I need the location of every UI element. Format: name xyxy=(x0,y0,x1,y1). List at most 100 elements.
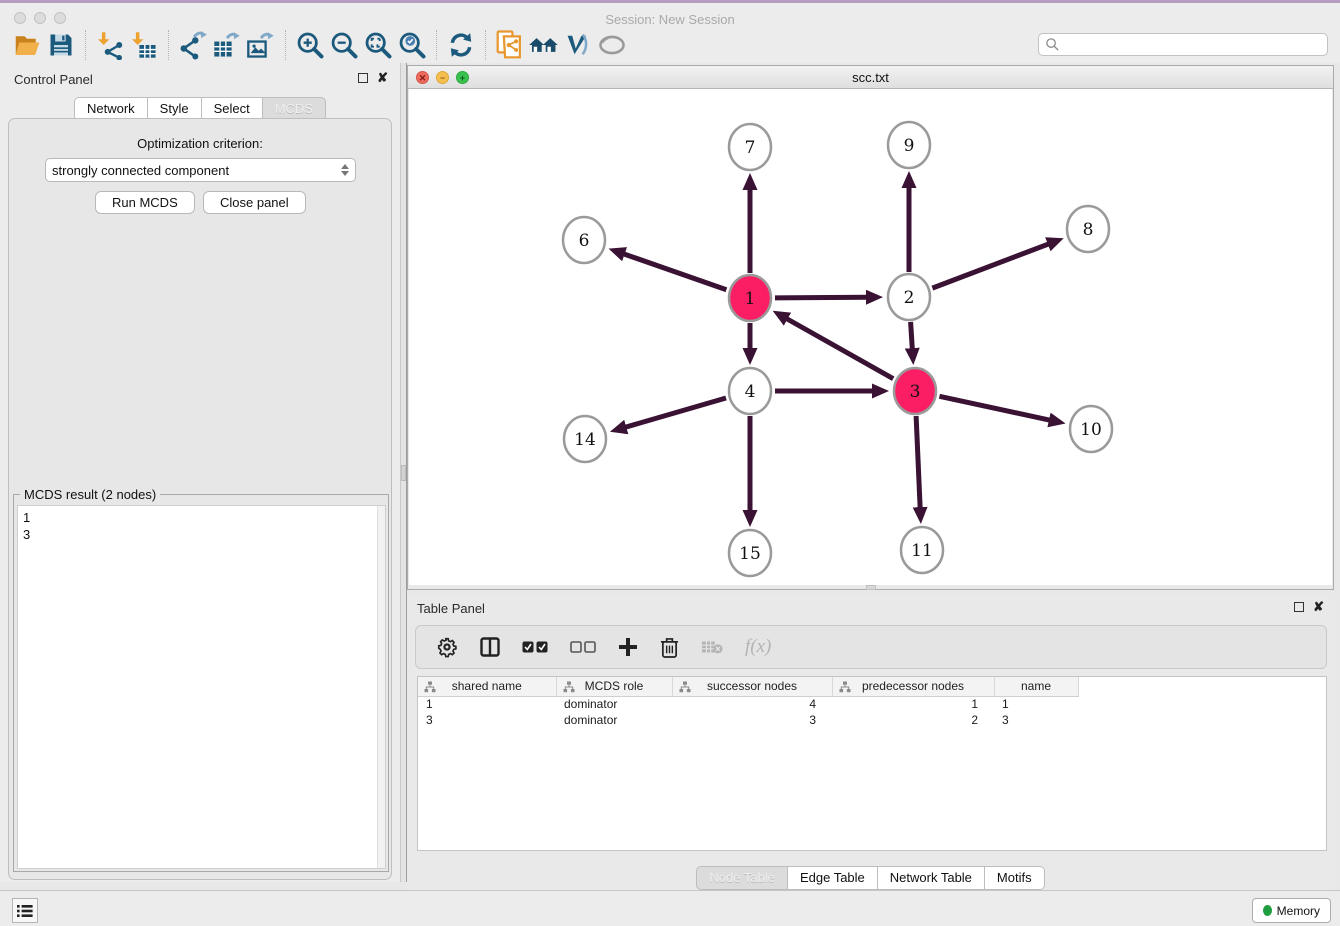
column-successor-nodes[interactable]: successor nodes xyxy=(672,677,832,696)
graph-node-3[interactable]: 3 xyxy=(894,368,936,414)
graph-edge-2-3[interactable] xyxy=(911,322,913,349)
apply-layout-icon[interactable] xyxy=(444,28,478,62)
dropdown-stepper-icon xyxy=(341,164,349,176)
tab-edge-table[interactable]: Edge Table xyxy=(788,866,878,890)
table-panel: Table Panel ✘ f(x) xyxy=(407,595,1334,890)
import-table-icon[interactable] xyxy=(127,28,161,62)
result-scrollbar[interactable] xyxy=(377,506,385,868)
deselect-all-checkboxes-icon[interactable] xyxy=(570,641,596,654)
export-image-icon[interactable] xyxy=(244,28,278,62)
node-table-container[interactable]: shared name MCDS role successor nodes pr… xyxy=(417,676,1327,851)
criterion-value: strongly connected component xyxy=(52,163,229,178)
hierarchy-icon xyxy=(424,681,436,696)
split-columns-icon[interactable] xyxy=(480,637,500,657)
zoom-selected-icon[interactable] xyxy=(395,28,429,62)
run-mcds-button[interactable]: Run MCDS xyxy=(95,191,195,214)
add-column-icon[interactable] xyxy=(618,637,638,657)
export-table-icon[interactable] xyxy=(210,28,244,62)
criterion-dropdown[interactable]: strongly connected component xyxy=(45,158,356,182)
graph-node-7[interactable]: 7 xyxy=(729,124,771,170)
control-panel: Control Panel ✘ Network Style Select MCD… xyxy=(0,63,400,882)
graph-node-14[interactable]: 14 xyxy=(564,416,606,462)
toolbar-separator xyxy=(436,30,437,60)
open-file-icon[interactable] xyxy=(10,28,44,62)
graph-edge-4-14[interactable] xyxy=(625,398,726,427)
tab-network-table[interactable]: Network Table xyxy=(878,866,985,890)
toolbar-separator xyxy=(168,30,169,60)
float-panel-icon[interactable] xyxy=(358,73,368,83)
control-panel-title: Control Panel xyxy=(14,72,93,87)
close-panel-icon[interactable]: ✘ xyxy=(377,73,388,83)
select-all-checkboxes-icon[interactable] xyxy=(522,641,548,654)
status-bar: Memory xyxy=(0,890,1340,926)
svg-text:8: 8 xyxy=(1083,220,1094,240)
close-panel-button[interactable]: Close panel xyxy=(203,191,306,214)
graph-edge-3-11[interactable] xyxy=(916,416,920,508)
graph-edge-1-2[interactable] xyxy=(775,297,867,298)
svg-text:9: 9 xyxy=(904,136,915,156)
network-title: scc.txt xyxy=(408,70,1333,85)
graph-node-2[interactable]: 2 xyxy=(888,274,930,320)
gear-icon[interactable] xyxy=(436,636,458,658)
close-panel-icon[interactable]: ✘ xyxy=(1313,602,1324,612)
memory-button[interactable]: Memory xyxy=(1252,898,1331,923)
save-session-icon[interactable] xyxy=(44,28,78,62)
hierarchy-icon xyxy=(679,681,691,696)
graph-node-1[interactable]: 1 xyxy=(729,275,771,321)
mcds-result-fieldset: MCDS result (2 nodes) 1 3 xyxy=(13,494,389,872)
zoom-out-icon[interactable] xyxy=(327,28,361,62)
graph-edge-3-1[interactable] xyxy=(787,319,894,379)
graph-node-6[interactable]: 6 xyxy=(563,217,605,263)
svg-text:14: 14 xyxy=(574,430,596,450)
memory-label: Memory xyxy=(1277,904,1320,918)
graph-node-15[interactable]: 15 xyxy=(729,530,771,576)
table-row[interactable]: 1dominator411 xyxy=(418,696,1078,712)
function-builder-icon: f(x) xyxy=(745,636,771,658)
toolbar-separator xyxy=(485,30,486,60)
zoom-in-icon[interactable] xyxy=(293,28,327,62)
session-title: Session: New Session xyxy=(0,12,1340,27)
table-panel-title: Table Panel xyxy=(417,601,485,616)
search-icon xyxy=(1045,37,1060,52)
task-history-button[interactable] xyxy=(12,898,38,923)
tab-node-table[interactable]: Node Table xyxy=(696,866,788,890)
column-mcds-role[interactable]: MCDS role xyxy=(556,677,672,696)
table-tabs: Node Table Edge Table Network Table Moti… xyxy=(407,866,1334,890)
table-row[interactable]: 3dominator323 xyxy=(418,712,1078,728)
splitter-handle[interactable] xyxy=(401,465,406,481)
graph-node-10[interactable]: 10 xyxy=(1070,406,1112,452)
main-titlebar: Session: New Session xyxy=(0,3,1340,27)
show-hide-panels-icon[interactable] xyxy=(595,28,629,62)
network-canvas[interactable]: 7 9 6 8 1 2 4 3 14 10 15 11 xyxy=(409,89,1332,585)
column-predecessor-nodes[interactable]: predecessor nodes xyxy=(832,677,994,696)
horizontal-splitter-handle[interactable] xyxy=(866,585,876,590)
network-window: ✕ − + scc.txt 7 9 6 8 1 2 4 3 14 10 15 11 xyxy=(407,65,1334,590)
import-network-icon[interactable] xyxy=(93,28,127,62)
home-icon[interactable] xyxy=(527,28,561,62)
mcds-result-area[interactable]: 1 3 xyxy=(17,505,386,869)
search-field[interactable] xyxy=(1038,33,1328,56)
graph-node-9[interactable]: 9 xyxy=(888,122,930,168)
zoom-fit-icon[interactable] xyxy=(361,28,395,62)
graph-edge-1-6[interactable] xyxy=(624,254,727,290)
tab-motifs[interactable]: Motifs xyxy=(985,866,1045,890)
svg-text:6: 6 xyxy=(579,231,590,251)
new-session-icon[interactable] xyxy=(493,28,527,62)
vizmapper-icon[interactable] xyxy=(561,28,595,62)
graph-edge-2-8[interactable] xyxy=(932,244,1048,288)
graph-edge-3-10[interactable] xyxy=(939,396,1050,420)
mcds-result-legend: MCDS result (2 nodes) xyxy=(20,487,160,502)
table-toolbar: f(x) xyxy=(415,625,1327,669)
float-panel-icon[interactable] xyxy=(1294,602,1304,612)
column-name[interactable]: name xyxy=(994,677,1078,696)
search-input[interactable] xyxy=(1060,38,1327,52)
delete-column-icon[interactable] xyxy=(660,637,679,658)
column-shared-name[interactable]: shared name xyxy=(418,677,556,696)
graph-node-11[interactable]: 11 xyxy=(901,527,943,573)
graph-node-8[interactable]: 8 xyxy=(1067,206,1109,252)
vertical-splitter[interactable] xyxy=(400,63,407,882)
graph-node-4[interactable]: 4 xyxy=(729,368,771,414)
svg-text:7: 7 xyxy=(745,138,756,158)
export-network-icon[interactable] xyxy=(176,28,210,62)
network-titlebar[interactable]: ✕ − + scc.txt xyxy=(408,66,1333,89)
